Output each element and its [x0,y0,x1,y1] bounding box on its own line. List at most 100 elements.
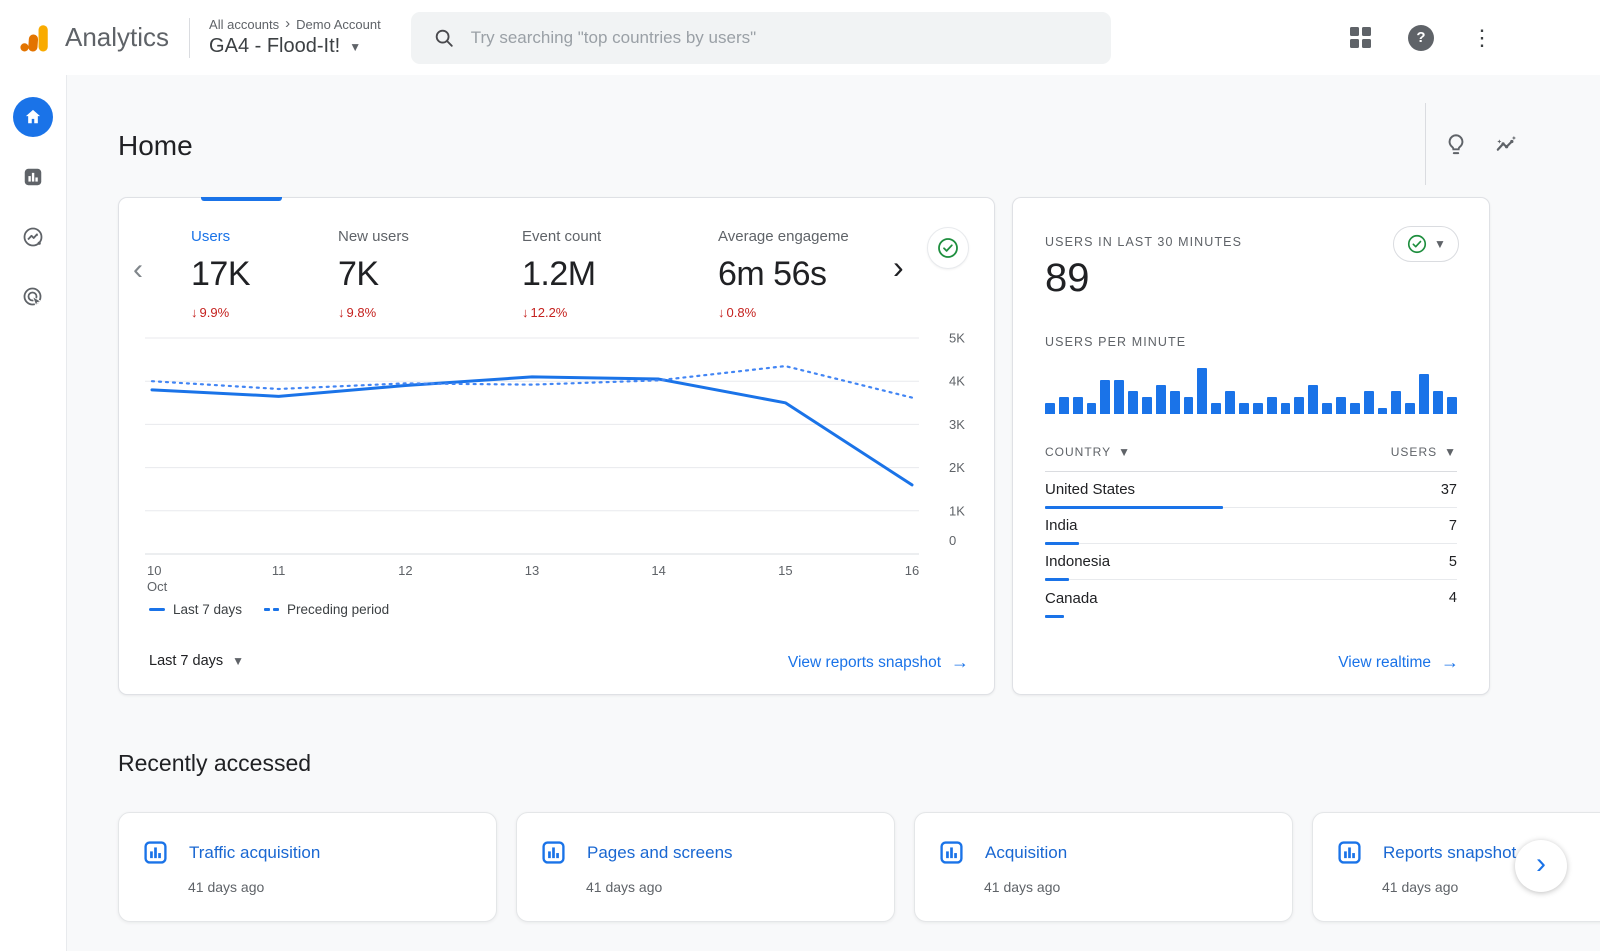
arrow-right-icon: → [1441,652,1459,673]
recent-card-time: 41 days ago [984,879,1292,895]
recently-accessed-title: Recently accessed [118,750,311,777]
metric-tab-average-engageme[interactable]: Average engageme6m 56s↓ 0.8% [718,228,890,320]
minute-bar [1336,397,1346,414]
chevron-right-icon: › [1536,849,1546,879]
svg-text:15: 15 [778,563,792,578]
solid-line-swatch [149,608,165,611]
recent-card-traffic-acquisition[interactable]: Traffic acquisition41 days ago [118,812,497,922]
header-divider [1425,103,1426,185]
scroll-right-button[interactable]: › [1515,840,1567,892]
minute-bar [1308,385,1318,414]
product-name: Analytics [65,22,169,53]
overview-card: ‹ Users17K↓ 9.9%New users7K↓ 9.8%Event c… [118,197,995,695]
svg-text:Oct: Oct [147,579,168,594]
minute-bar [1087,403,1097,415]
sidebar-item-advertising[interactable] [13,277,53,317]
legend-preceding-period: Preceding period [264,602,389,617]
home-icon [23,107,43,127]
property-selector[interactable]: GA4 - Flood-It! ▼ [209,35,381,58]
arrow-down-icon: ↓ [718,305,725,320]
search-input[interactable] [471,28,1101,48]
country-rows: United States37India7Indonesia5Canada4 [1045,472,1457,616]
more-vertical-icon[interactable]: ⋮ [1468,24,1496,52]
recent-card-label: Traffic acquisition [189,843,320,863]
page-title: Home [118,130,193,162]
minute-bar [1239,403,1249,415]
metric-tab-event-count[interactable]: Event count1.2M↓ 12.2% [522,228,718,320]
arrow-down-icon: ↓ [191,305,198,320]
minute-bar [1114,380,1124,415]
users-column-header[interactable]: USERS ▼ [1391,445,1457,459]
country-row: Canada4 [1045,580,1457,616]
recent-card-time: 41 days ago [1382,879,1600,895]
country-share-bar [1045,615,1064,618]
chart-legend: Last 7 days Preceding period [149,602,389,617]
chevron-right-icon: › [285,15,290,32]
view-realtime-link[interactable]: View realtime → [1338,652,1459,673]
report-bar-chart-icon [938,839,965,866]
minute-bar [1391,391,1401,414]
sidebar-item-explore[interactable] [13,217,53,257]
chevron-down-icon: ▼ [1434,237,1446,251]
metrics-next-icon[interactable]: › [893,251,904,283]
chevron-down-icon: ▼ [1444,445,1457,459]
chevron-down-icon: ▼ [232,654,244,668]
arrow-down-icon: ↓ [522,305,529,320]
minute-bar [1364,391,1374,414]
recent-card-label: Acquisition [985,843,1067,863]
sidebar-item-home[interactable] [13,97,53,137]
insights-sparkline-icon[interactable] [1491,130,1521,160]
green-check-icon [936,236,960,260]
analytics-logo[interactable]: Analytics [0,21,169,55]
minute-bar [1281,403,1291,415]
breadcrumb-child[interactable]: Demo Account [296,17,381,32]
minute-bar [1267,397,1277,414]
svg-text:11: 11 [272,563,286,578]
metrics-prev-icon[interactable]: ‹ [133,255,143,285]
svg-text:13: 13 [525,563,539,578]
users-per-minute-chart [1045,364,1457,414]
metric-delta: ↓ 9.8% [338,305,522,320]
minute-bar [1350,403,1360,415]
apps-grid-icon[interactable] [1346,24,1374,52]
minute-bar [1419,374,1429,414]
account-breadcrumb: All accounts › Demo Account GA4 - Flood-… [209,17,381,58]
metric-tab-new-users[interactable]: New users7K↓ 9.8% [338,228,522,320]
country-column-header[interactable]: COUNTRY ▼ [1045,445,1131,459]
minute-bar [1433,391,1443,414]
lightbulb-icon[interactable] [1441,130,1471,160]
realtime-country-table: COUNTRY ▼ USERS ▼ United States37India7I… [1045,445,1457,616]
recent-card-label: Pages and screens [587,843,733,863]
svg-text:16: 16 [905,563,919,578]
report-bar-chart-icon [142,839,169,866]
date-range-selector[interactable]: Last 7 days ▼ [149,653,244,669]
bar-chart-icon [22,166,44,188]
metrics-row: Users17K↓ 9.9%New users7K↓ 9.8%Event cou… [191,228,890,320]
svg-text:3K: 3K [949,417,965,432]
svg-text:10: 10 [147,563,161,578]
breadcrumb-root[interactable]: All accounts [209,17,279,32]
help-icon[interactable]: ? [1407,24,1435,52]
minute-bar [1405,403,1415,415]
metric-tab-users[interactable]: Users17K↓ 9.9% [191,228,338,320]
minute-bar [1184,397,1194,414]
svg-text:4K: 4K [949,374,965,389]
data-status-badge[interactable] [927,227,969,269]
recent-card-pages-and-screens[interactable]: Pages and screens 41 days ago [516,812,895,922]
dotted-line-swatch [264,608,279,611]
country-row: United States37 [1045,472,1457,508]
search-bar[interactable] [411,12,1111,64]
minute-bar [1059,397,1069,414]
minute-bar [1211,403,1221,415]
users-per-minute-title: USERS PER MINUTE [1045,335,1186,349]
minute-bar [1225,391,1235,414]
view-reports-snapshot-link[interactable]: View reports snapshot → [788,652,969,673]
recent-card-time: 41 days ago [586,879,894,895]
recent-card-acquisition[interactable]: Acquisition 41 days ago [914,812,1293,922]
svg-text:1K: 1K [949,503,965,518]
realtime-status-dropdown[interactable]: ▼ [1393,226,1459,262]
left-navigation [0,75,67,951]
recently-accessed-row: Traffic acquisition41 days agoPages and … [118,812,1600,922]
svg-text:12: 12 [398,563,412,578]
sidebar-item-reports[interactable] [13,157,53,197]
